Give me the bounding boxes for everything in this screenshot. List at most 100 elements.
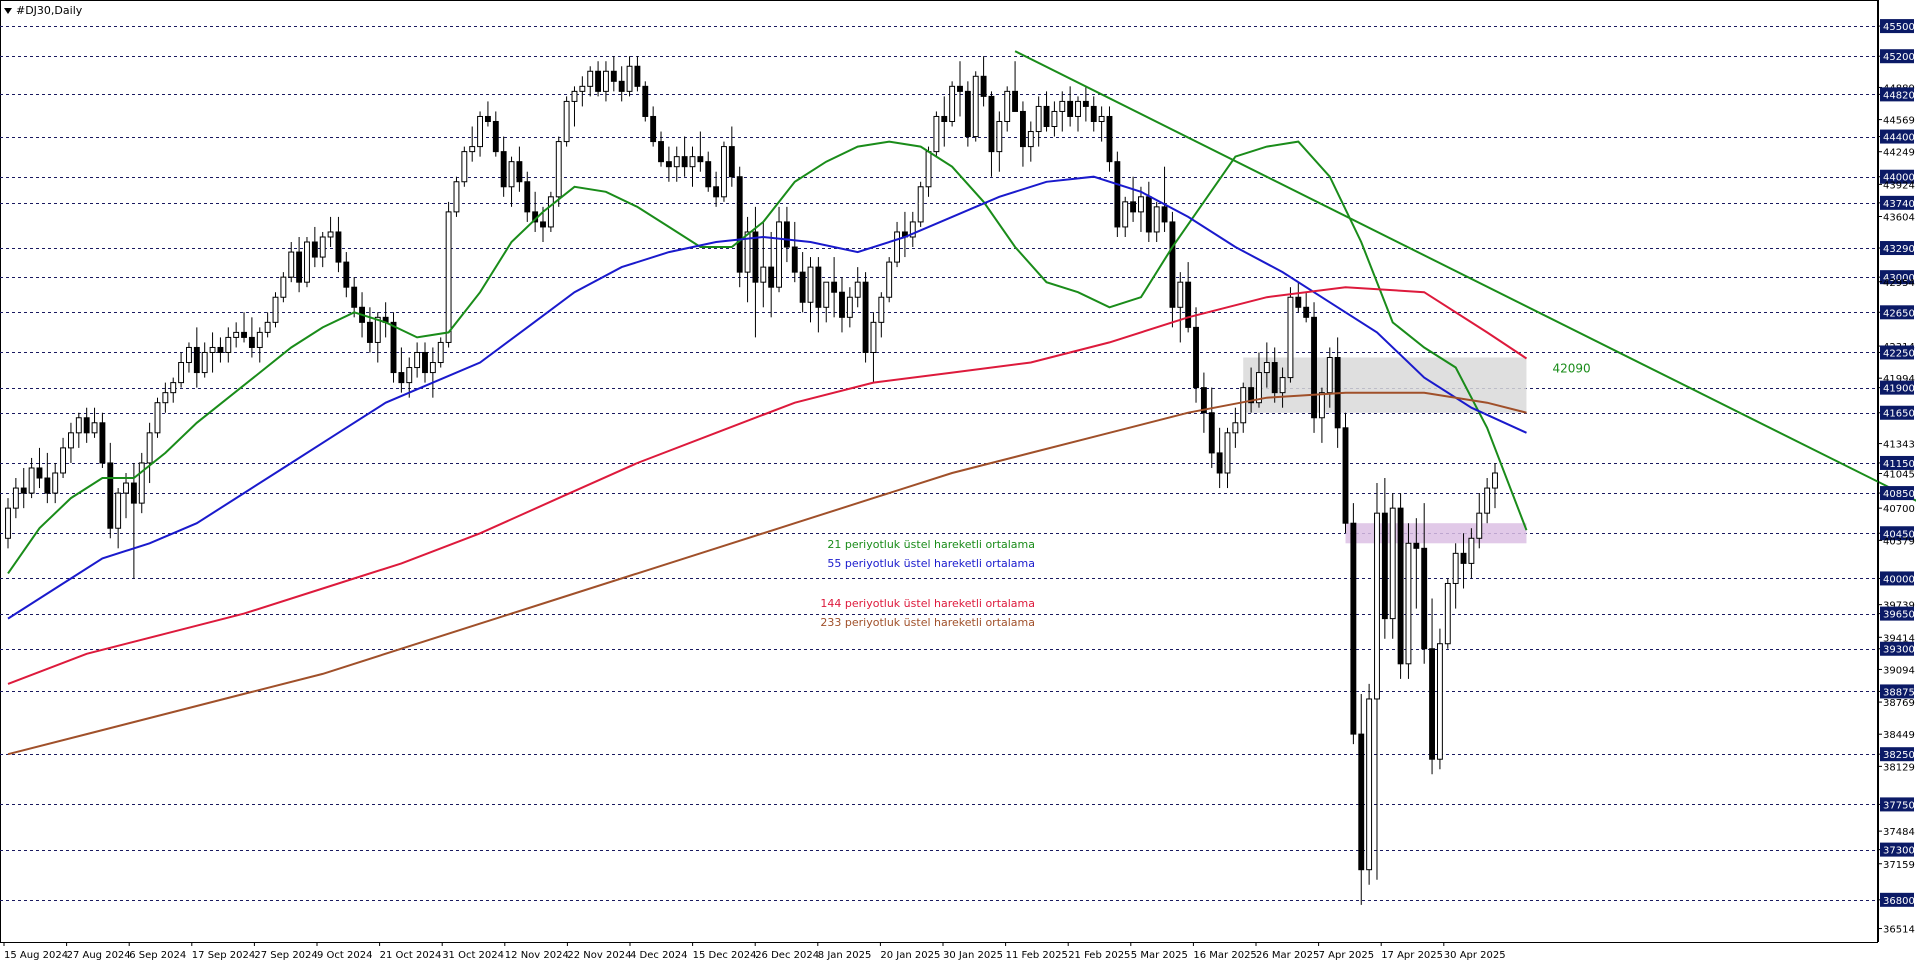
level-label-42090: 42090 bbox=[1552, 362, 1590, 376]
chart-window[interactable]: 42090 21 periyotluk üstel hareketli orta… bbox=[0, 0, 1916, 963]
candle bbox=[547, 191, 554, 232]
candle-body-down bbox=[1429, 648, 1435, 760]
time-tick-label: 21 Feb 2025 bbox=[1068, 950, 1130, 961]
candle-body-down bbox=[1043, 105, 1050, 128]
candle-body-down bbox=[193, 346, 200, 374]
candle-body-down bbox=[642, 85, 649, 117]
price-tag-label: 41900 bbox=[1883, 384, 1915, 395]
collapse-triangle-icon[interactable] bbox=[4, 8, 12, 14]
time-tick-label: 5 Mar 2025 bbox=[1131, 950, 1188, 961]
candle-body-up bbox=[555, 141, 562, 198]
price-tick-label: 44569 bbox=[1883, 116, 1915, 127]
candle-body-down bbox=[540, 221, 546, 228]
candle-body-up bbox=[28, 467, 35, 494]
candle bbox=[1311, 302, 1317, 433]
candle-body-down bbox=[1130, 201, 1137, 213]
candle-body-down bbox=[516, 161, 523, 183]
legend-item-ema55: 55 periyotluk üstel hareketli ortalama bbox=[827, 557, 1035, 570]
price-chart[interactable]: 42090 21 periyotluk üstel hareketli orta… bbox=[0, 0, 1916, 963]
candle-body-down bbox=[658, 141, 664, 163]
candle bbox=[390, 312, 397, 383]
candle-body-up bbox=[75, 417, 82, 434]
candle-body-up bbox=[563, 100, 570, 143]
candle-body-down bbox=[1216, 452, 1223, 474]
time-axis: 15 Aug 202427 Aug 20246 Sep 2024 17 Sep 2… bbox=[3, 942, 1506, 961]
candle bbox=[972, 71, 979, 142]
candle-body-down bbox=[1169, 221, 1176, 308]
candle-body-up bbox=[280, 276, 287, 298]
candle-body-up bbox=[925, 151, 932, 188]
candle-body-up bbox=[949, 85, 956, 122]
candle-body-down bbox=[492, 120, 499, 153]
candle-body-up bbox=[1035, 105, 1042, 133]
candle-body-up bbox=[264, 321, 271, 333]
candle-body-up bbox=[1232, 422, 1239, 434]
candle bbox=[886, 257, 893, 303]
candle-body-up bbox=[5, 507, 11, 539]
candle-body-down bbox=[1161, 206, 1168, 223]
candle-body-up bbox=[972, 75, 979, 138]
candle-body-up bbox=[1177, 281, 1184, 308]
candle-body-down bbox=[1342, 427, 1349, 524]
candle-body-up bbox=[1279, 377, 1286, 394]
candle bbox=[304, 236, 310, 288]
candle-body-up bbox=[186, 346, 192, 364]
price-tick-label: 37484 bbox=[1883, 827, 1915, 838]
chart-title: #DJ30,Daily bbox=[4, 4, 82, 17]
candle-body-down bbox=[1193, 326, 1199, 389]
candle-body-down bbox=[296, 251, 303, 283]
candle-body-up bbox=[1366, 698, 1373, 871]
candle-body-down bbox=[957, 85, 963, 92]
candle-body-up bbox=[571, 90, 578, 102]
candle-body-down bbox=[366, 321, 373, 343]
candle-body-up bbox=[91, 422, 98, 434]
candle-body-down bbox=[1397, 507, 1404, 665]
candle-body-up bbox=[854, 281, 861, 298]
candle-body-up bbox=[209, 346, 216, 353]
candle-body-down bbox=[20, 487, 27, 494]
price-tag-label: 45500 bbox=[1883, 22, 1915, 33]
candle-body-down bbox=[241, 331, 247, 338]
candle bbox=[949, 81, 956, 127]
time-tick-label: 17 Apr 2025 bbox=[1381, 950, 1443, 961]
candle-body-down bbox=[681, 156, 688, 168]
candle-body-up bbox=[414, 351, 421, 369]
candle-body-down bbox=[941, 115, 948, 122]
candle bbox=[1350, 503, 1357, 745]
candle-body-up bbox=[1287, 296, 1294, 379]
candle-body-down bbox=[799, 271, 806, 303]
candle-body-up bbox=[1240, 387, 1247, 424]
candle-body-up bbox=[162, 392, 169, 404]
candle-body-down bbox=[1421, 547, 1428, 650]
candle-body-down bbox=[1350, 522, 1357, 735]
candle bbox=[1444, 578, 1451, 649]
price-tick-label: 41343 bbox=[1883, 440, 1915, 451]
candle-body-up bbox=[1484, 487, 1491, 514]
candle-body-down bbox=[610, 70, 617, 82]
candle-body-up bbox=[233, 331, 240, 338]
candle-body-down bbox=[665, 161, 672, 168]
candle-body-up bbox=[1051, 110, 1058, 128]
candle bbox=[933, 111, 940, 157]
candle-body-up bbox=[429, 362, 436, 374]
candle-body-up bbox=[1027, 131, 1034, 148]
candle-body-down bbox=[634, 65, 641, 87]
candle-body-down bbox=[618, 80, 625, 92]
price-tag-label: 43290 bbox=[1883, 244, 1915, 255]
candle-body-up bbox=[933, 115, 940, 153]
candle-body-down bbox=[311, 241, 318, 258]
candle-body-up bbox=[760, 266, 767, 283]
price-tag-label: 44400 bbox=[1883, 133, 1915, 144]
candle-body-up bbox=[170, 382, 177, 394]
candle-body-up bbox=[1326, 357, 1333, 394]
candle bbox=[721, 141, 727, 202]
price-tag-label: 36800 bbox=[1883, 896, 1915, 907]
candle bbox=[1405, 523, 1412, 679]
price-tick-label: 38129 bbox=[1883, 762, 1915, 773]
candle-body-up bbox=[178, 362, 185, 384]
price-tag-label: 45200 bbox=[1883, 52, 1915, 63]
candle-body-up bbox=[1263, 362, 1270, 374]
candle-body-up bbox=[1405, 542, 1412, 665]
candle-body-down bbox=[980, 75, 987, 97]
candle bbox=[453, 176, 460, 217]
